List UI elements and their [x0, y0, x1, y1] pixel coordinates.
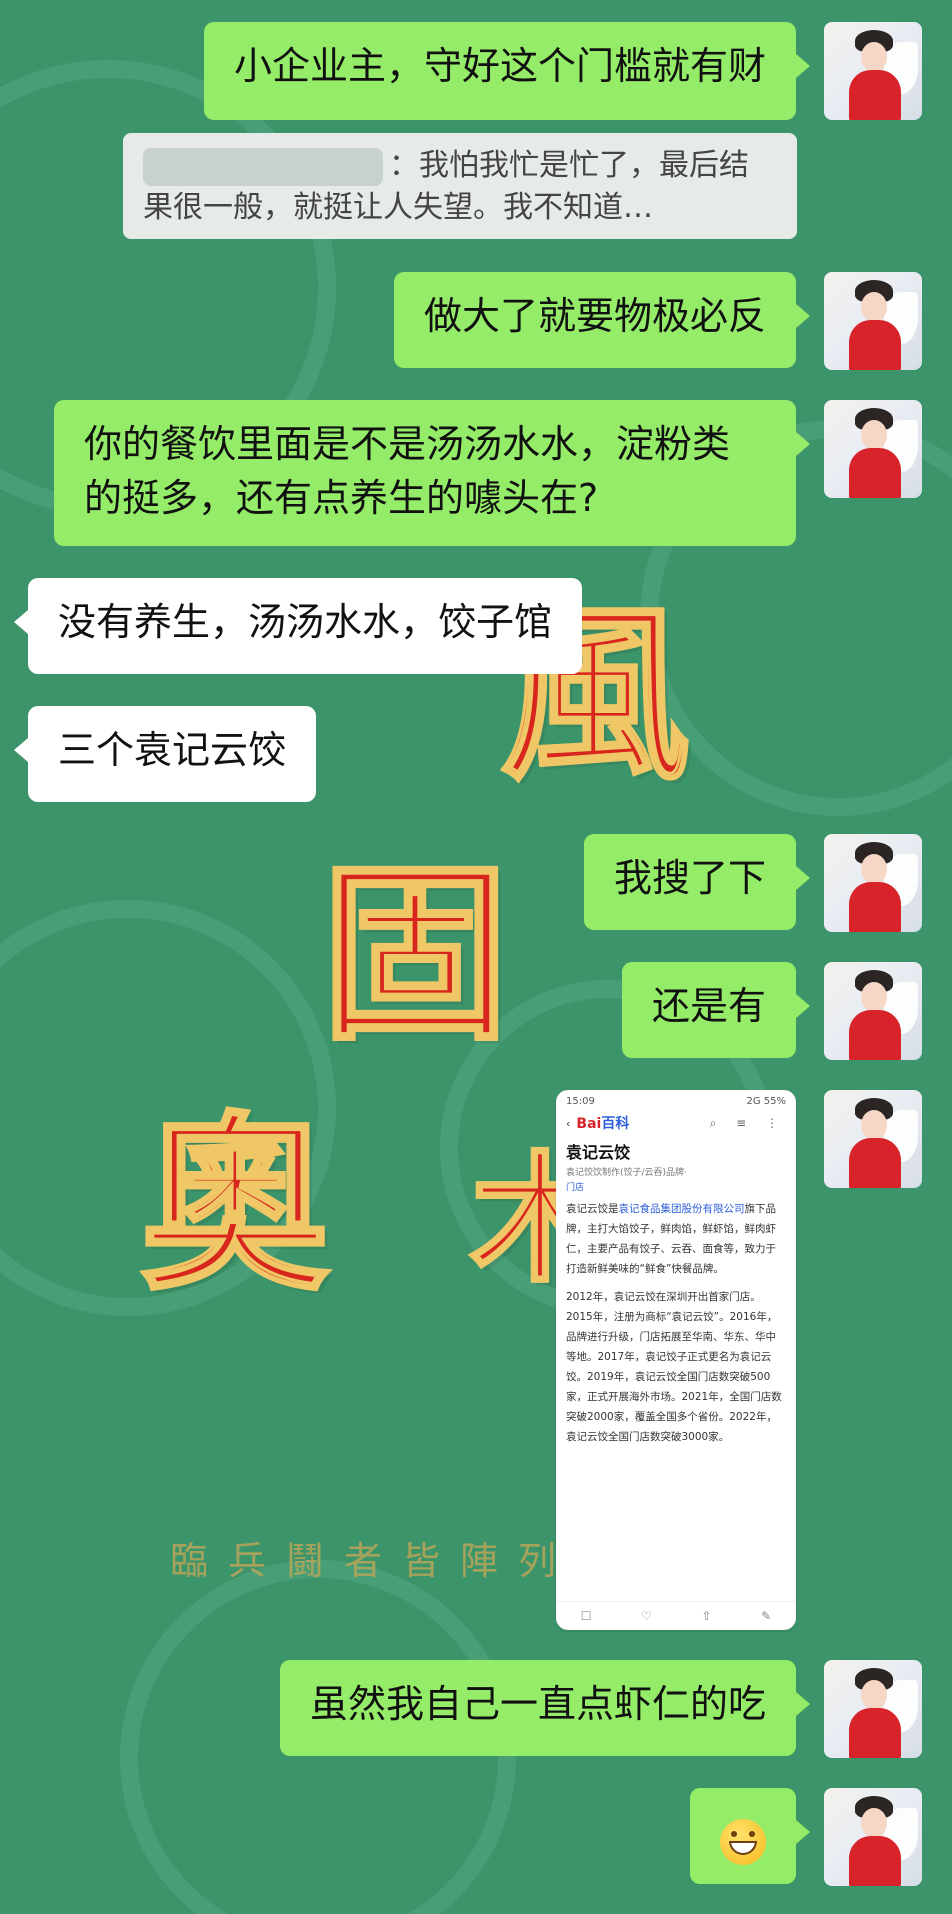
blurred-sender-name — [143, 147, 383, 186]
message-bubble-sent[interactable]: 还是有 — [621, 962, 811, 1058]
screenshot-subtitle: 袁记饺饮制作(饺子/云吞)品牌· — [566, 1168, 687, 1178]
background-glyph: 固 — [318, 843, 511, 1066]
message-bubble-sent[interactable]: 你的餐饮里面是不是汤汤水水，淀粉类的挺多，还有点养生的噱头在? — [54, 400, 810, 546]
screenshot-title: 袁记云饺 — [566, 1143, 631, 1162]
screenshot-toolbar-icons: ⌕ ≡ ⋮ — [709, 1115, 786, 1130]
message-bubble-received[interactable]: 没有养生，汤汤水水，饺子馆 — [13, 578, 583, 674]
message-bubble-sent[interactable]: 我搜了下 — [583, 834, 811, 930]
avatar[interactable] — [824, 1090, 922, 1188]
grinning-face-icon — [720, 1818, 766, 1865]
background-poem: 臨兵鬪者皆陣列 — [170, 1539, 577, 1583]
background-glyph: 奧 — [138, 1093, 331, 1316]
quoted-message[interactable]: ：我怕我忙是忙了，最后结果很一般，就挺让人失望。我不知道… — [123, 133, 797, 239]
avatar[interactable] — [824, 962, 922, 1060]
message-bubble-sent[interactable] — [690, 1788, 810, 1884]
screenshot-bottom-bar: ☐ ♡ ⇧ ✎ — [556, 1601, 796, 1630]
screenshot-topbar: ‹ Bai百科 ⌕ ≡ ⋮ — [556, 1109, 796, 1137]
share-icon: ⇧ — [701, 1609, 712, 1623]
image-message-screenshot[interactable]: 15:09 2G 55% ‹ Bai百科 ⌕ ≡ ⋮ 袁记云饺 袁记饺饮制作(饺… — [556, 1090, 796, 1630]
avatar[interactable] — [824, 400, 922, 498]
avatar[interactable] — [824, 22, 922, 120]
screenshot-paragraph: 2012年，袁记云饺在深圳开出首家门店。2015年，注册为商标“袁记云饺”。20… — [566, 1291, 782, 1443]
like-icon: ♡ — [641, 1609, 652, 1623]
screenshot-paragraph: 袁记云饺是袁记食品集团股份有限公司旗下品牌，主打大馅饺子，鲜肉馅，鲜虾馅，鲜肉虾… — [566, 1203, 776, 1275]
message-bubble-sent[interactable]: 做大了就要物极必反 — [393, 272, 811, 368]
message-bubble-received[interactable]: 三个袁记云饺 — [13, 706, 317, 802]
screenshot-status-bar: 15:09 2G 55% — [556, 1090, 796, 1109]
message-bubble-sent[interactable]: 虽然我自己一直点虾仁的吃 — [279, 1660, 811, 1756]
comment-icon: ☐ — [580, 1609, 592, 1623]
edit-icon: ✎ — [761, 1609, 772, 1623]
avatar[interactable] — [824, 834, 922, 932]
baike-logo: Bai百科 — [576, 1116, 630, 1132]
message-bubble-sent[interactable]: 小企业主，守好这个门槛就有财 — [203, 22, 811, 120]
avatar[interactable] — [824, 1788, 922, 1886]
screenshot-tag: 门店 — [566, 1183, 585, 1193]
avatar[interactable] — [824, 1660, 922, 1758]
screenshot-status-right: 2G 55% — [746, 1096, 786, 1107]
back-arrow-icon: ‹ — [566, 1116, 571, 1130]
avatar[interactable] — [824, 272, 922, 370]
screenshot-time: 15:09 — [566, 1096, 595, 1107]
